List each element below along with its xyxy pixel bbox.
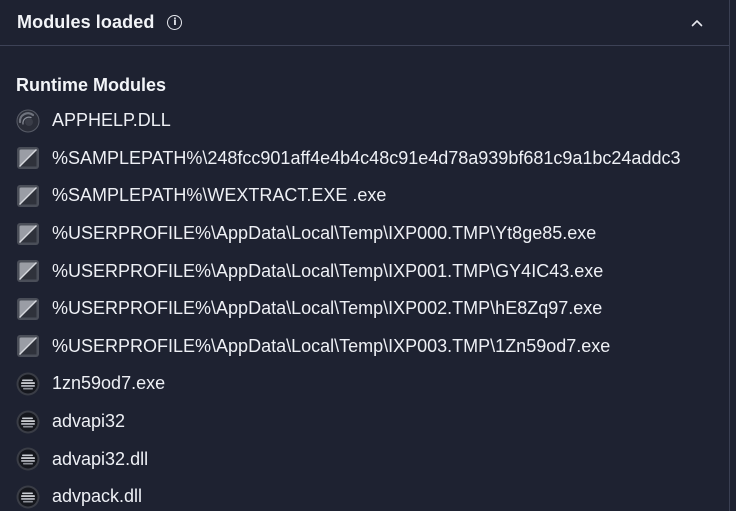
chevron-up-icon xyxy=(691,19,703,26)
module-item[interactable]: advapi32.dll xyxy=(16,440,729,478)
module-name: 1zn59od7.exe xyxy=(52,373,166,394)
sample-file-icon xyxy=(16,146,40,170)
panel-content: Runtime Modules APPHELP.DLL %SAMPLEPATH%\… xyxy=(0,46,729,511)
sample-file-icon xyxy=(16,297,40,321)
module-item[interactable]: %USERPROFILE%\AppData\Local\Temp\IXP000.… xyxy=(16,215,729,253)
module-name: %SAMPLEPATH%\WEXTRACT.EXE .exe xyxy=(52,185,387,206)
module-name: %USERPROFILE%\AppData\Local\Temp\IXP000.… xyxy=(52,223,597,244)
module-item[interactable]: %USERPROFILE%\AppData\Local\Temp\IXP002.… xyxy=(16,290,729,328)
module-item[interactable]: advapi32 xyxy=(16,403,729,441)
module-disc-icon xyxy=(16,485,40,509)
section-title: Runtime Modules xyxy=(16,75,167,95)
modules-loaded-panel: Modules loaded i Runtime Modules APPHELP… xyxy=(0,0,730,511)
module-name: advapi32.dll xyxy=(52,448,149,469)
module-disc-icon xyxy=(16,447,40,471)
panel-title: Modules loaded xyxy=(17,12,155,32)
module-name: %SAMPLEPATH%\248fcc901aff4e4b4c48c91e4d7… xyxy=(52,147,681,168)
module-item[interactable]: %USERPROFILE%\AppData\Local\Temp\IXP003.… xyxy=(16,328,729,366)
module-name: %USERPROFILE%\AppData\Local\Temp\IXP001.… xyxy=(52,260,604,281)
module-item[interactable]: %USERPROFILE%\AppData\Local\Temp\IXP001.… xyxy=(16,252,729,290)
module-name: %USERPROFILE%\AppData\Local\Temp\IXP003.… xyxy=(52,335,611,356)
module-disc-icon xyxy=(16,410,40,434)
module-list: APPHELP.DLL %SAMPLEPATH%\248fcc901aff4e4b… xyxy=(16,102,729,511)
module-item[interactable]: advpack.dll xyxy=(16,478,729,511)
collapse-button[interactable] xyxy=(685,11,709,35)
module-item[interactable]: %SAMPLEPATH%\WEXTRACT.EXE .exe xyxy=(16,177,729,215)
panel-header[interactable]: Modules loaded i xyxy=(0,0,729,46)
sample-file-icon xyxy=(16,184,40,208)
sample-file-icon xyxy=(16,334,40,358)
module-name: APPHELP.DLL xyxy=(52,110,171,131)
sample-file-icon xyxy=(16,222,40,246)
sample-file-icon xyxy=(16,259,40,283)
header-left: Modules loaded i xyxy=(17,12,183,33)
module-disc-icon xyxy=(16,372,40,396)
module-item[interactable]: %SAMPLEPATH%\248fcc901aff4e4b4c48c91e4d7… xyxy=(16,140,729,178)
system-dll-icon xyxy=(16,109,40,133)
module-name: advpack.dll xyxy=(52,486,143,507)
module-name: %USERPROFILE%\AppData\Local\Temp\IXP002.… xyxy=(52,298,603,319)
module-item[interactable]: APPHELP.DLL xyxy=(16,102,729,140)
module-item[interactable]: 1zn59od7.exe xyxy=(16,365,729,403)
info-icon[interactable]: i xyxy=(167,15,183,30)
module-name: advapi32 xyxy=(52,411,126,432)
